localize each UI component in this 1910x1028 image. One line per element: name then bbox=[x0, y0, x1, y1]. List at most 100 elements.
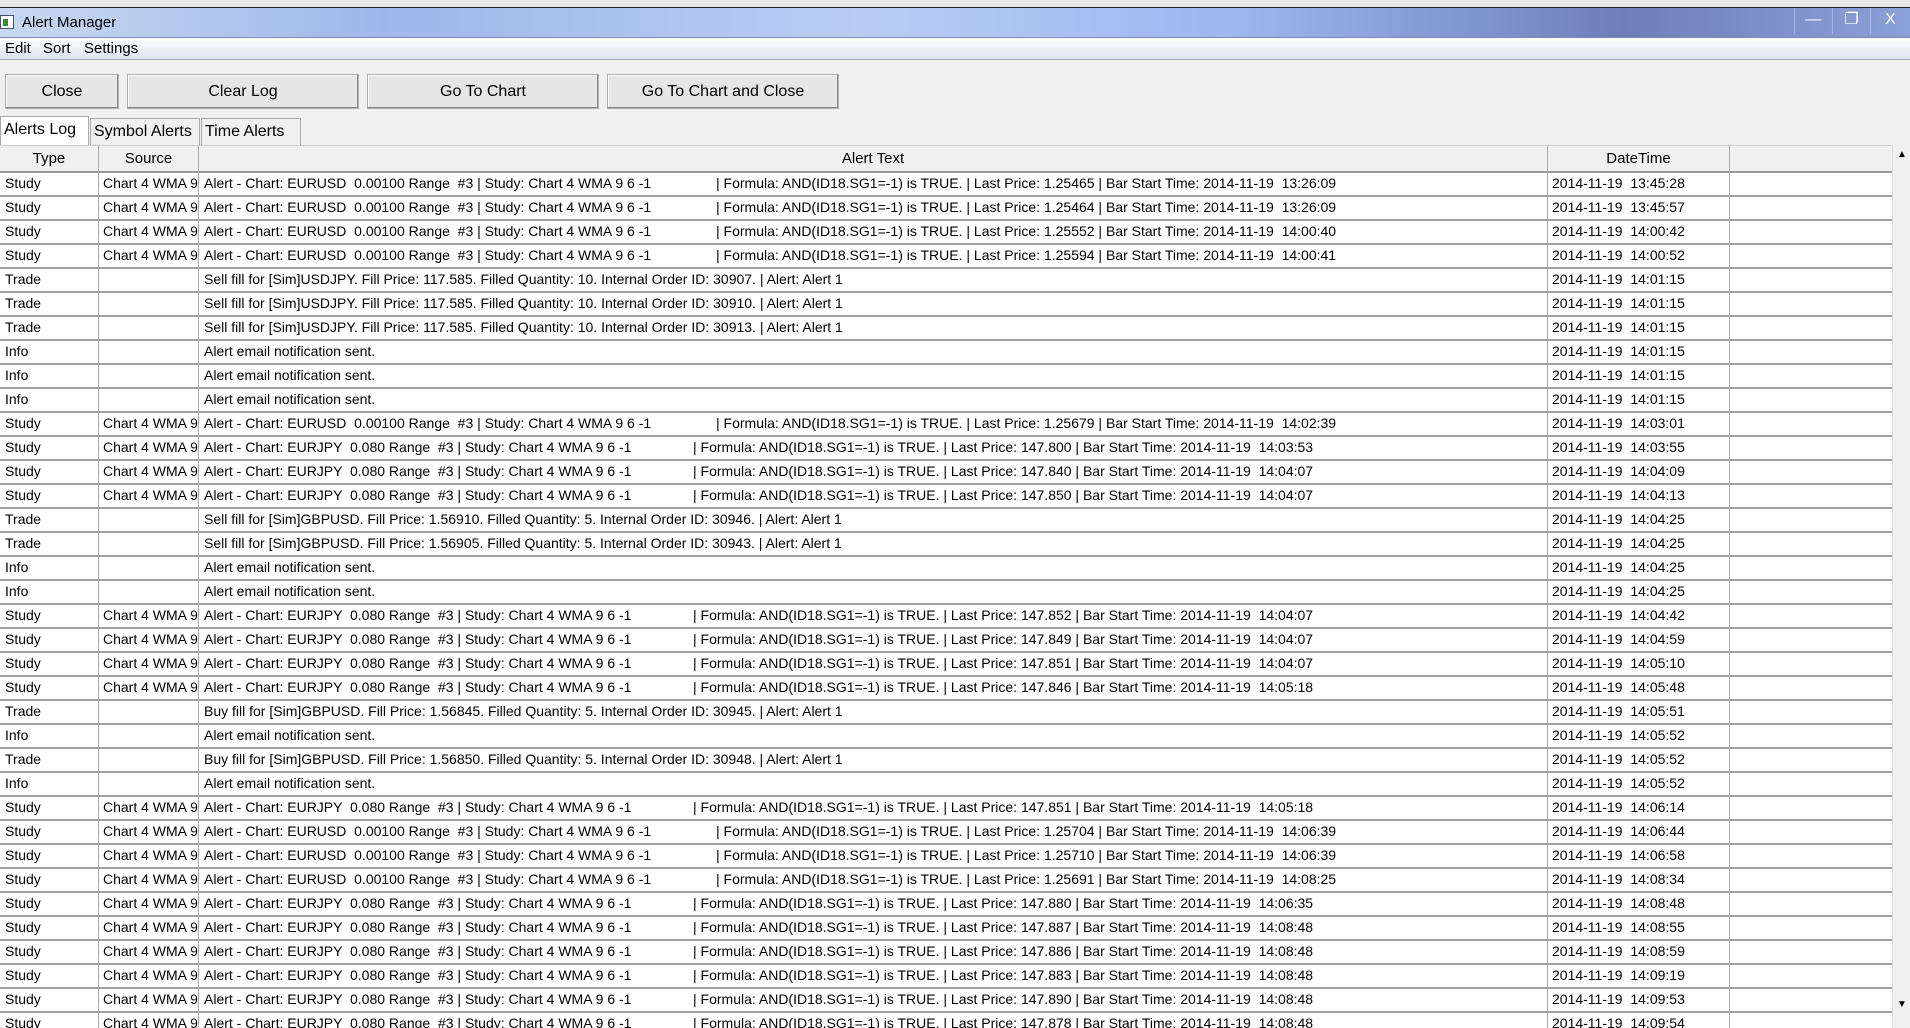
close-button[interactable]: Close bbox=[5, 74, 119, 109]
cell-type: Study bbox=[0, 629, 99, 651]
table-row[interactable]: StudyChart 4 WMA 9 6 -1 Alert - Chart: EU… bbox=[0, 1013, 1892, 1028]
alert-text-formula: | Formula: AND(ID18.SG1=-1) is TRUE. | L… bbox=[693, 943, 1314, 959]
alert-text-formula: | Formula: AND(ID18.SG1=-1) is TRUE. | L… bbox=[716, 199, 1337, 215]
go-to-chart-and-close-button[interactable]: Go To Chart and Close bbox=[607, 74, 839, 109]
alert-text-main: Alert - Chart: EURUSD 0.00100 Range #3 |… bbox=[204, 415, 652, 431]
menu-settings[interactable]: Settings bbox=[84, 40, 138, 57]
tab-time-alerts[interactable]: Time Alerts bbox=[201, 118, 301, 145]
table-row[interactable]: Trade Sell fill for [Sim]USDJPY. Fill Pri… bbox=[0, 269, 1892, 293]
cell-datetime: 2014-11-19 14:08:55 bbox=[1548, 917, 1730, 939]
table-row[interactable]: Trade Sell fill for [Sim]GBPUSD. Fill Pri… bbox=[0, 509, 1892, 533]
cell-source: Chart 4 WMA 9 6 -1 bbox=[99, 917, 199, 939]
table-row[interactable]: Trade Sell fill for [Sim]USDJPY. Fill Pri… bbox=[0, 293, 1892, 317]
table-row[interactable]: Info Alert email notification sent. 2014-1… bbox=[0, 581, 1892, 605]
table-row[interactable]: Info Alert email notification sent. 2014-1… bbox=[0, 725, 1892, 749]
column-header-datetime[interactable]: DateTime bbox=[1548, 146, 1730, 173]
alert-text-formula: | Formula: AND(ID18.SG1=-1) is TRUE. | L… bbox=[693, 895, 1314, 911]
cell-source bbox=[99, 581, 199, 603]
alert-text-main: Alert - Chart: EURUSD 0.00100 Range #3 |… bbox=[204, 199, 652, 215]
menu-edit[interactable]: Edit bbox=[5, 40, 31, 57]
column-header-filler bbox=[1730, 146, 1892, 173]
alert-text-main: Buy fill for [Sim]GBPUSD. Fill Price: 1.… bbox=[204, 751, 843, 767]
column-header-alert-text[interactable]: Alert Text bbox=[199, 146, 1548, 173]
table-row[interactable]: StudyChart 4 WMA 9 6 -1 Alert - Chart: EU… bbox=[0, 989, 1892, 1013]
cell-datetime: 2014-11-19 14:05:52 bbox=[1548, 773, 1730, 795]
cell-datetime: 2014-11-19 14:05:10 bbox=[1548, 653, 1730, 675]
table-row[interactable]: Info Alert email notification sent. 2014-1… bbox=[0, 557, 1892, 581]
table-row[interactable]: StudyChart 4 WMA 9 6 -1 Alert - Chart: EU… bbox=[0, 941, 1892, 965]
restore-button[interactable]: ❐ bbox=[1832, 8, 1870, 34]
cell-type: Trade bbox=[0, 749, 99, 771]
cell-type: Info bbox=[0, 773, 99, 795]
minimize-button[interactable]: — bbox=[1794, 8, 1832, 34]
cell-type: Study bbox=[0, 173, 99, 195]
table-row[interactable]: StudyChart 4 WMA 9 6 -1 Alert - Chart: EU… bbox=[0, 797, 1892, 821]
cell-source bbox=[99, 701, 199, 723]
tab-alerts-log[interactable]: Alerts Log bbox=[0, 116, 89, 146]
cell-alert-text: Alert - Chart: EURJPY 0.080 Range #3 | S… bbox=[199, 941, 1548, 963]
alert-text-formula: | Formula: AND(ID18.SG1=-1) is TRUE. | L… bbox=[716, 247, 1337, 263]
table-row[interactable]: Info Alert email notification sent. 2014-1… bbox=[0, 389, 1892, 413]
table-row[interactable]: StudyChart 4 WMA 9 6 -1 Alert - Chart: EU… bbox=[0, 869, 1892, 893]
table-row[interactable]: Trade Sell fill for [Sim]USDJPY. Fill Pri… bbox=[0, 317, 1892, 341]
table-row[interactable]: StudyChart 4 WMA 9 6 -1 Alert - Chart: EU… bbox=[0, 917, 1892, 941]
cell-type: Study bbox=[0, 245, 99, 267]
cell-alert-text: Alert - Chart: EURJPY 0.080 Range #3 | S… bbox=[199, 437, 1548, 459]
cell-alert-text: Alert - Chart: EURJPY 0.080 Range #3 | S… bbox=[199, 485, 1548, 507]
cell-type: Info bbox=[0, 389, 99, 411]
table-row[interactable]: Trade Buy fill for [Sim]GBPUSD. Fill Pric… bbox=[0, 749, 1892, 773]
tab-symbol-alerts[interactable]: Symbol Alerts bbox=[90, 118, 200, 145]
table-row[interactable]: StudyChart 4 WMA 9 6 -1 Alert - Chart: EU… bbox=[0, 821, 1892, 845]
alert-text-formula: | Formula: AND(ID18.SG1=-1) is TRUE. | L… bbox=[693, 439, 1314, 455]
table-row[interactable]: StudyChart 4 WMA 9 6 -1 Alert - Chart: EU… bbox=[0, 965, 1892, 989]
table-row[interactable]: Info Alert email notification sent. 2014-1… bbox=[0, 773, 1892, 797]
cell-type: Study bbox=[0, 605, 99, 627]
table-row[interactable]: StudyChart 4 WMA 9 6 -1 Alert - Chart: EU… bbox=[0, 845, 1892, 869]
alert-text-main: Alert - Chart: EURJPY 0.080 Range #3 | S… bbox=[204, 799, 632, 815]
cell-source bbox=[99, 725, 199, 747]
close-window-button[interactable]: X bbox=[1870, 8, 1910, 34]
cell-type: Study bbox=[0, 677, 99, 699]
table-row[interactable]: StudyChart 4 WMA 9 6 -1 Alert - Chart: EU… bbox=[0, 629, 1892, 653]
cell-alert-text: Alert - Chart: EURUSD 0.00100 Range #3 |… bbox=[199, 869, 1548, 891]
table-row[interactable]: StudyChart 4 WMA 9 6 -1 Alert - Chart: EU… bbox=[0, 173, 1892, 197]
column-header-type[interactable]: Type bbox=[0, 146, 99, 173]
table-row[interactable]: StudyChart 4 WMA 9 6 -1 Alert - Chart: EU… bbox=[0, 413, 1892, 437]
table-row[interactable]: StudyChart 4 WMA 9 6 -1 Alert - Chart: EU… bbox=[0, 605, 1892, 629]
table-row[interactable]: StudyChart 4 WMA 9 6 -1 Alert - Chart: EU… bbox=[0, 461, 1892, 485]
cell-alert-text: Alert email notification sent. bbox=[199, 725, 1548, 747]
table-row[interactable]: StudyChart 4 WMA 9 6 -1 Alert - Chart: EU… bbox=[0, 485, 1892, 509]
table-row[interactable]: Info Alert email notification sent. 2014-1… bbox=[0, 341, 1892, 365]
scroll-down-arrow-icon[interactable]: ▼ bbox=[1894, 997, 1910, 1013]
cell-type: Study bbox=[0, 821, 99, 843]
cell-alert-text: Sell fill for [Sim]USDJPY. Fill Price: 1… bbox=[199, 269, 1548, 291]
menu-sort[interactable]: Sort bbox=[43, 40, 71, 57]
alert-text-main: Sell fill for [Sim]GBPUSD. Fill Price: 1… bbox=[204, 535, 842, 551]
table-row[interactable]: Trade Buy fill for [Sim]GBPUSD. Fill Pric… bbox=[0, 701, 1892, 725]
table-row[interactable]: StudyChart 4 WMA 9 6 -1 Alert - Chart: EU… bbox=[0, 437, 1892, 461]
table-row[interactable]: Info Alert email notification sent. 2014-1… bbox=[0, 365, 1892, 389]
alert-text-formula: | Formula: AND(ID18.SG1=-1) is TRUE. | L… bbox=[693, 487, 1314, 503]
table-row[interactable]: StudyChart 4 WMA 9 6 -1 Alert - Chart: EU… bbox=[0, 893, 1892, 917]
cell-datetime: 2014-11-19 14:00:52 bbox=[1548, 245, 1730, 267]
go-to-chart-button[interactable]: Go To Chart bbox=[367, 74, 599, 109]
scroll-up-arrow-icon[interactable]: ▲ bbox=[1894, 147, 1910, 163]
table-row[interactable]: StudyChart 4 WMA 9 6 -1 Alert - Chart: EU… bbox=[0, 677, 1892, 701]
alert-text-main: Sell fill for [Sim]GBPUSD. Fill Price: 1… bbox=[204, 511, 842, 527]
cell-source bbox=[99, 533, 199, 555]
cell-source: Chart 4 WMA 9 6 -1 bbox=[99, 677, 199, 699]
cell-alert-text: Alert - Chart: EURJPY 0.080 Range #3 | S… bbox=[199, 677, 1548, 699]
alert-text-formula: | Formula: AND(ID18.SG1=-1) is TRUE. | L… bbox=[693, 463, 1314, 479]
table-row[interactable]: StudyChart 4 WMA 9 6 -1 Alert - Chart: EU… bbox=[0, 197, 1892, 221]
column-header-source[interactable]: Source bbox=[99, 146, 199, 173]
table-row[interactable]: StudyChart 4 WMA 9 6 -1 Alert - Chart: EU… bbox=[0, 653, 1892, 677]
table-row[interactable]: StudyChart 4 WMA 9 6 -1 Alert - Chart: EU… bbox=[0, 245, 1892, 269]
table-row[interactable]: StudyChart 4 WMA 9 6 -1 Alert - Chart: EU… bbox=[0, 221, 1892, 245]
cell-datetime: 2014-11-19 14:04:25 bbox=[1548, 509, 1730, 531]
table-row[interactable]: Trade Sell fill for [Sim]GBPUSD. Fill Pri… bbox=[0, 533, 1892, 557]
clear-log-button[interactable]: Clear Log bbox=[127, 74, 359, 109]
cell-alert-text: Alert email notification sent. bbox=[199, 365, 1548, 387]
alert-text-main: Alert - Chart: EURJPY 0.080 Range #3 | S… bbox=[204, 655, 632, 671]
vertical-scrollbar[interactable]: ▲ ▼ bbox=[1892, 145, 1910, 1028]
window-title: Alert Manager bbox=[22, 14, 117, 31]
